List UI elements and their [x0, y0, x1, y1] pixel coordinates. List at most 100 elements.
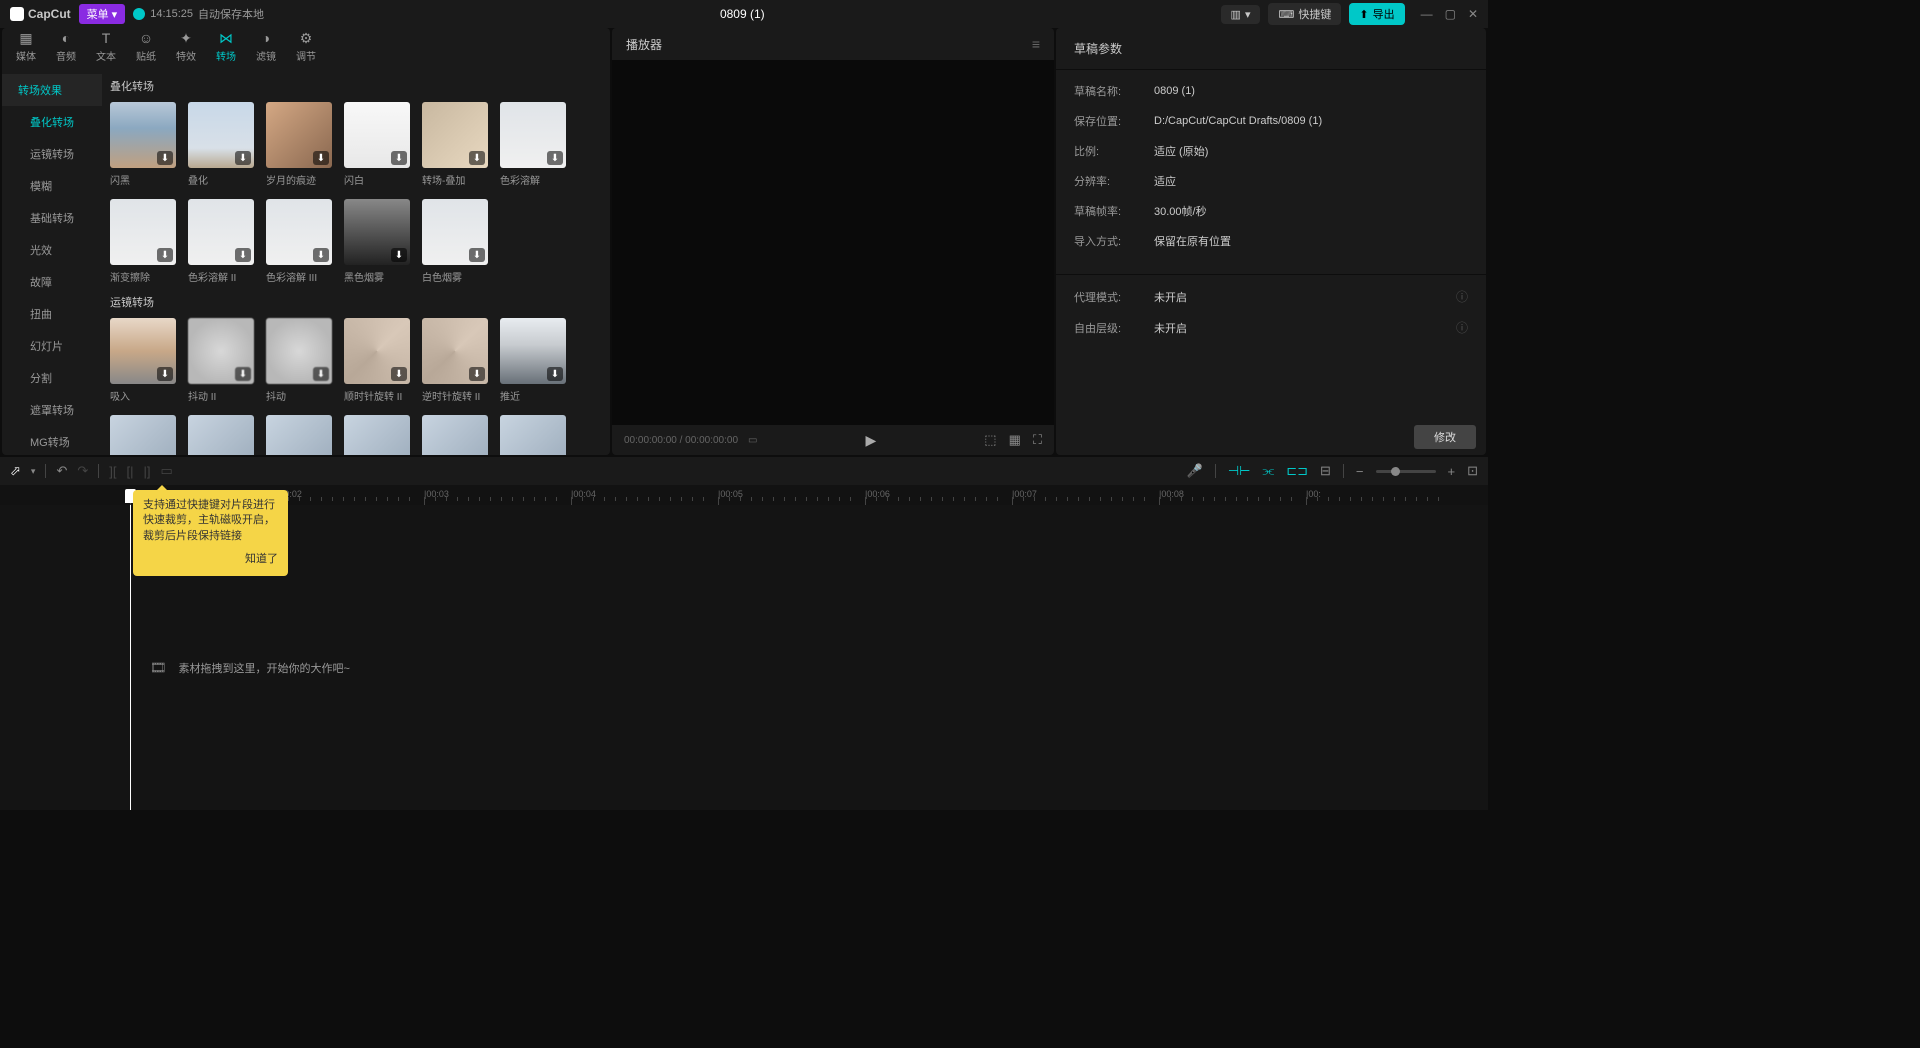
zoom-out-icon[interactable]: −	[1356, 464, 1364, 479]
thumb-label: 黑色烟雾	[344, 269, 410, 284]
download-icon[interactable]: ⬇	[313, 151, 329, 165]
download-icon[interactable]: ⬇	[235, 367, 251, 381]
download-icon[interactable]: ⬇	[157, 151, 173, 165]
transition-item[interactable]: ⬇白色烟雾	[422, 199, 488, 284]
download-icon[interactable]: ⬇	[391, 248, 407, 262]
download-icon[interactable]: ⬇	[391, 367, 407, 381]
panel-menu-icon[interactable]: ≡	[1032, 36, 1040, 52]
transition-item[interactable]: ⬇	[500, 415, 566, 455]
mic-icon[interactable]: 🎤	[1187, 463, 1203, 479]
download-icon[interactable]: ⬇	[547, 367, 563, 381]
fullscreen-icon[interactable]: ⛶	[1033, 432, 1042, 448]
download-icon[interactable]: ⬇	[157, 367, 173, 381]
minimize-button[interactable]: —	[1421, 7, 1433, 21]
sidebar-item[interactable]: 运镜转场	[2, 138, 102, 170]
download-icon[interactable]: ⬇	[235, 151, 251, 165]
zoom-in-icon[interactable]: +	[1448, 464, 1456, 479]
info-icon[interactable]: ⓘ	[1456, 288, 1468, 305]
download-icon[interactable]: ⬇	[469, 151, 485, 165]
transition-item[interactable]: ⬇闪白	[344, 102, 410, 187]
transition-item[interactable]: ⬇	[188, 415, 254, 455]
play-button[interactable]: ▶	[865, 432, 876, 449]
download-icon[interactable]: ⬇	[391, 151, 407, 165]
tab-媒体[interactable]: ▦媒体	[6, 28, 46, 66]
sidebar-item[interactable]: 基础转场	[2, 202, 102, 234]
tab-转场[interactable]: ⋈转场	[206, 28, 246, 66]
aspect-icon[interactable]: ▭	[748, 435, 757, 446]
transition-item[interactable]: ⬇抖动 II	[188, 318, 254, 403]
sidebar-item[interactable]: 转场效果	[2, 74, 102, 106]
close-button[interactable]: ✕	[1468, 7, 1478, 21]
pointer-tool[interactable]: ⬀	[10, 463, 21, 479]
thumbnail: ⬇	[188, 199, 254, 265]
sidebar-item[interactable]: 扭曲	[2, 298, 102, 330]
redo-button[interactable]: ↷	[77, 463, 88, 479]
transition-item[interactable]: ⬇色彩溶解	[500, 102, 566, 187]
preview-canvas[interactable]	[612, 60, 1054, 425]
trim-right-tool[interactable]: |​]	[143, 464, 150, 479]
info-icon[interactable]: ⓘ	[1456, 319, 1468, 336]
download-icon[interactable]: ⬇	[469, 367, 485, 381]
ratio-icon[interactable]: ▦	[1009, 432, 1021, 448]
modify-button[interactable]: 修改	[1414, 425, 1476, 449]
maximize-button[interactable]: ▢	[1445, 7, 1456, 21]
sidebar-item[interactable]: 光效	[2, 234, 102, 266]
transition-item[interactable]: ⬇推近	[500, 318, 566, 403]
download-icon[interactable]: ⬇	[313, 248, 329, 262]
layout-button[interactable]: ▥ ▾	[1221, 5, 1261, 24]
transition-item[interactable]: ⬇色彩溶解 II	[188, 199, 254, 284]
transition-item[interactable]: ⬇ 黑色烟雾	[344, 199, 410, 284]
export-button[interactable]: ⬆ 导出	[1349, 3, 1404, 25]
transition-item[interactable]: ⬇抖动	[266, 318, 332, 403]
thumbnail: ⬇	[188, 102, 254, 168]
download-icon[interactable]: ⬇	[157, 248, 173, 262]
tab-特效[interactable]: ✦特效	[166, 28, 206, 66]
undo-button[interactable]: ↶	[56, 463, 67, 479]
sidebar-item[interactable]: 分割	[2, 362, 102, 394]
split-tool[interactable]: ]​[	[109, 464, 116, 479]
transition-item[interactable]: ⬇顺时针旋转 II	[344, 318, 410, 403]
sidebar-item[interactable]: 模糊	[2, 170, 102, 202]
sidebar-item[interactable]: 幻灯片	[2, 330, 102, 362]
zoom-slider[interactable]	[1376, 470, 1436, 473]
tool-dropdown-icon[interactable]: ▾	[31, 466, 36, 477]
tab-文本[interactable]: T文本	[86, 28, 126, 66]
download-icon[interactable]: ⬇	[313, 367, 329, 381]
download-icon[interactable]: ⬇	[469, 248, 485, 262]
playhead[interactable]	[130, 505, 131, 810]
window-controls: — ▢ ✕	[1421, 7, 1478, 21]
fit-icon[interactable]: ⊡	[1467, 463, 1478, 479]
shortcuts-button[interactable]: ⌨ 快捷键	[1268, 3, 1341, 25]
transition-item[interactable]: ⬇	[422, 415, 488, 455]
sidebar-item[interactable]: MG转场	[2, 426, 102, 455]
menu-button[interactable]: 菜单 ▾	[79, 4, 126, 24]
tab-滤镜[interactable]: ◑滤镜	[246, 28, 286, 66]
tab-贴纸[interactable]: ☺贴纸	[126, 28, 166, 66]
snap-icon[interactable]: ⊏⊐	[1286, 463, 1308, 479]
download-icon[interactable]: ⬇	[547, 151, 563, 165]
delete-tool[interactable]: ▭	[160, 463, 172, 479]
transition-item[interactable]: ⬇闪黑	[110, 102, 176, 187]
transition-item[interactable]: ⬇	[110, 415, 176, 455]
transition-item[interactable]: ⬇色彩溶解 III	[266, 199, 332, 284]
transition-item[interactable]: ⬇	[266, 415, 332, 455]
trim-left-tool[interactable]: [​|	[126, 464, 133, 479]
transition-item[interactable]: ⬇转场-叠加	[422, 102, 488, 187]
crop-icon[interactable]: ⬚	[984, 432, 996, 448]
transition-item[interactable]: ⬇岁月的痕迹	[266, 102, 332, 187]
magnet-icon[interactable]: ⊣⊢	[1228, 463, 1251, 479]
transition-item[interactable]: ⬇吸入	[110, 318, 176, 403]
transition-item[interactable]: ⬇逆时针旋转 II	[422, 318, 488, 403]
link-icon[interactable]: ⫘	[1263, 463, 1275, 479]
tab-调节[interactable]: ⚙调节	[286, 28, 326, 66]
download-icon[interactable]: ⬇	[235, 248, 251, 262]
transition-item[interactable]: ⬇渐变擦除	[110, 199, 176, 284]
transition-item[interactable]: ⬇叠化	[188, 102, 254, 187]
tab-音频[interactable]: ◐音频	[46, 28, 86, 66]
sidebar-item[interactable]: 故障	[2, 266, 102, 298]
sidebar-item[interactable]: 叠化转场	[2, 106, 102, 138]
align-icon[interactable]: ⊟	[1320, 463, 1331, 479]
transition-item[interactable]: ⬇	[344, 415, 410, 455]
sidebar-item[interactable]: 遮罩转场	[2, 394, 102, 426]
tooltip-dismiss[interactable]: 知道了	[143, 552, 278, 567]
